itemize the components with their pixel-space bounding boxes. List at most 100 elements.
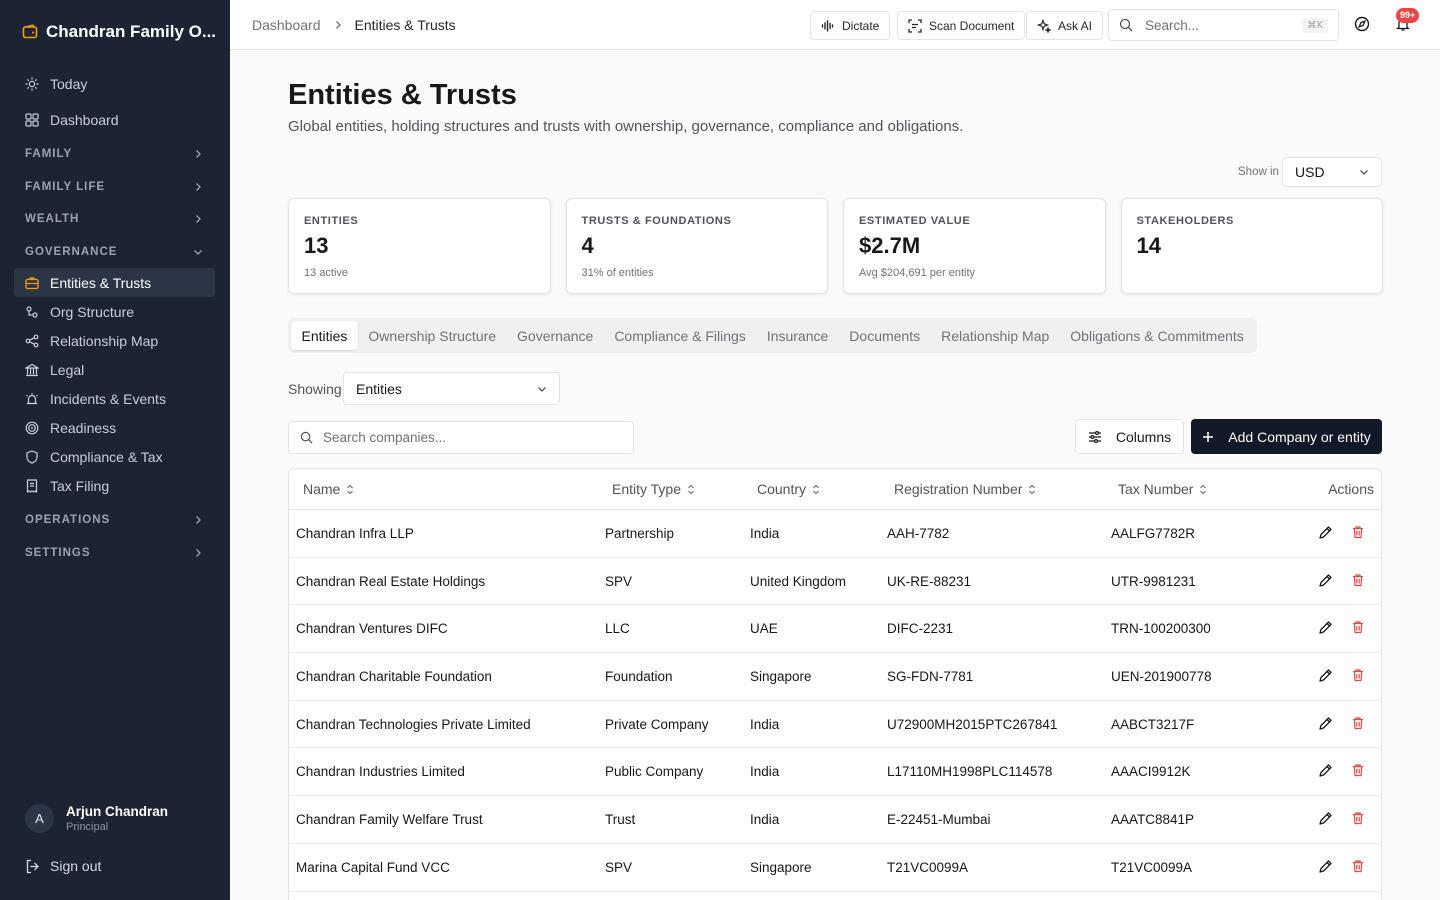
tab-governance[interactable]: Governance [507,321,604,350]
cell-name: Chandran Infra LLP [296,526,414,541]
delete-icon[interactable] [1351,811,1365,825]
column-header[interactable]: Country [757,481,820,497]
table-row[interactable]: Chandran Technologies Private Limited Pri… [289,701,1381,749]
delete-icon[interactable] [1351,716,1365,730]
table-row[interactable]: Chandran Real Estate Holdings SPV United K… [289,558,1381,606]
sidebar-section-settings[interactable]: SETTINGS [14,537,215,570]
sidebar-section-operations[interactable]: OPERATIONS [14,504,215,537]
showing-select[interactable]: Entities [343,372,560,405]
sidebar-item-incidents-events[interactable]: Incidents & Events [14,384,215,413]
tab-obligations-commitments[interactable]: Obligations & Commitments [1060,321,1255,350]
edit-icon[interactable] [1318,811,1333,826]
cell-registration-number: L17110MH1998PLC114578 [887,764,1053,780]
tab-insurance[interactable]: Insurance [756,321,838,350]
column-header-label: Name [303,481,341,497]
chevron-right-icon [193,548,203,558]
sidebar-item-dashboard[interactable]: Dashboard [14,102,215,138]
chevron-right-icon [193,515,203,525]
sidebar-item-today[interactable]: Today [14,66,215,102]
edit-icon[interactable] [1318,859,1333,874]
cell-registration-number: DIFC-2231 [887,621,954,637]
sidebar-section-wealth[interactable]: WEALTH [14,203,215,236]
ask-ai-button[interactable]: Ask AI [1026,11,1104,40]
show-in-label: Show in [1238,166,1279,178]
sidebar-item-readiness[interactable]: Readiness [14,413,215,442]
cell-registration-number: SG-FDN-7781 [887,669,974,685]
tab-entities[interactable]: Entities [291,321,358,350]
delete-icon[interactable] [1351,525,1365,539]
delete-icon[interactable] [1351,668,1365,682]
edit-icon[interactable] [1318,668,1333,683]
compass-icon[interactable] [1354,16,1370,32]
cell-tax-number: AALFG7782R [1111,526,1196,541]
edit-icon[interactable] [1318,620,1333,635]
delete-icon[interactable] [1351,763,1365,777]
sidebar-section-family-life[interactable]: FAMILY LIFE [14,171,215,204]
sidebar-item-label: Incidents & Events [50,390,166,407]
stat-cards: ENTITIES 13 13 active TRUSTS & FOUNDATIO… [288,198,1383,294]
column-header[interactable]: Registration Number [894,481,1036,497]
delete-icon[interactable] [1351,859,1365,873]
card-value: 14 [1136,233,1161,258]
section-label: FAMILY [25,148,73,161]
edit-icon[interactable] [1318,573,1333,588]
card-label: TRUSTS & FOUNDATIONS [581,215,732,227]
sidebar-section-governance[interactable]: GOVERNANCE [14,236,215,269]
sparkles-icon [1037,18,1051,33]
table-row[interactable]: Chandran Family Welfare Trust Trust India E… [289,796,1381,844]
table-row[interactable]: Chandran Ventures DIFC LLC UAE DIFC-2231 TRN… [289,605,1381,654]
scan-document-button[interactable]: Scan Document [897,11,1026,40]
search-icon [300,431,313,444]
currency-select[interactable]: USD [1282,157,1382,187]
dictate-button[interactable]: Dictate [810,11,891,40]
chevron-right-icon [193,182,203,192]
table-row[interactable]: Chandran Charitable Foundation Foundation… [289,653,1381,701]
company-search-input[interactable]: Search companies... [288,421,634,454]
brand[interactable]: Chandran Family O... [22,22,216,42]
tab-relationship-map[interactable]: Relationship Map [931,321,1060,350]
card-label: ESTIMATED VALUE [859,215,971,227]
tab-documents[interactable]: Documents [839,321,931,350]
add-company-button[interactable]: Add Company or entity [1191,419,1382,454]
chevron-right-icon [193,214,203,224]
target-icon [24,420,40,436]
user-profile[interactable]: A Arjun Chandran Principal [25,804,168,833]
delete-icon[interactable] [1351,573,1365,587]
edit-icon[interactable] [1318,716,1333,731]
cell-entity-type: SPV [605,859,633,875]
column-header[interactable]: Tax Number [1118,481,1207,497]
column-header[interactable]: Name [303,481,354,497]
sidebar-item-compliance-tax[interactable]: Compliance & Tax [14,442,215,471]
sort-icon [687,484,695,495]
columns-button[interactable]: Columns [1075,419,1184,454]
table-row[interactable]: Chandran Industries Limited Public Compan… [289,748,1381,797]
column-header[interactable]: Entity Type [612,481,695,497]
card-subtext: 13 active [304,267,349,279]
cell-name: Chandran Real Estate Holdings [296,573,486,589]
delete-icon[interactable] [1351,620,1365,634]
breadcrumb-dashboard[interactable]: Dashboard [252,17,321,33]
sidebar-item-relationship-map[interactable]: Relationship Map [14,326,215,355]
edit-icon[interactable] [1318,763,1333,778]
table-row[interactable]: Chandran Infra LLP Partnership India AAH-77… [289,510,1381,558]
sign-out-button[interactable]: Sign out [25,858,101,874]
card-label: ENTITIES [304,215,359,227]
dictate-label: Dictate [842,18,880,33]
tab-compliance-filings[interactable]: Compliance & Filings [604,321,757,350]
cell-country: Singapore [750,669,812,685]
cell-country: UAE [750,621,778,637]
cell-country: India [750,526,780,541]
sidebar-section-family[interactable]: FAMILY [14,138,215,171]
cell-name: Chandran Ventures DIFC [296,621,448,637]
tab-ownership-structure[interactable]: Ownership Structure [358,321,507,350]
sidebar-item-org-structure[interactable]: Org Structure [14,297,215,326]
cell-entity-type: LLC [605,621,630,637]
sidebar-item-legal[interactable]: Legal [14,355,215,384]
edit-icon[interactable] [1318,525,1333,540]
sidebar-item-tax-filing[interactable]: Tax Filing [14,471,215,500]
table-row[interactable]: Marina Capital Fund VCC SPV Singapore T21VC… [289,844,1381,892]
sidebar-item-entities-trusts[interactable]: Entities & Trusts [14,268,215,297]
columns-label: Columns [1115,428,1172,445]
ask-ai-label: Ask AI [1058,18,1093,33]
global-search-input[interactable]: Search... ⌘K [1108,9,1339,41]
